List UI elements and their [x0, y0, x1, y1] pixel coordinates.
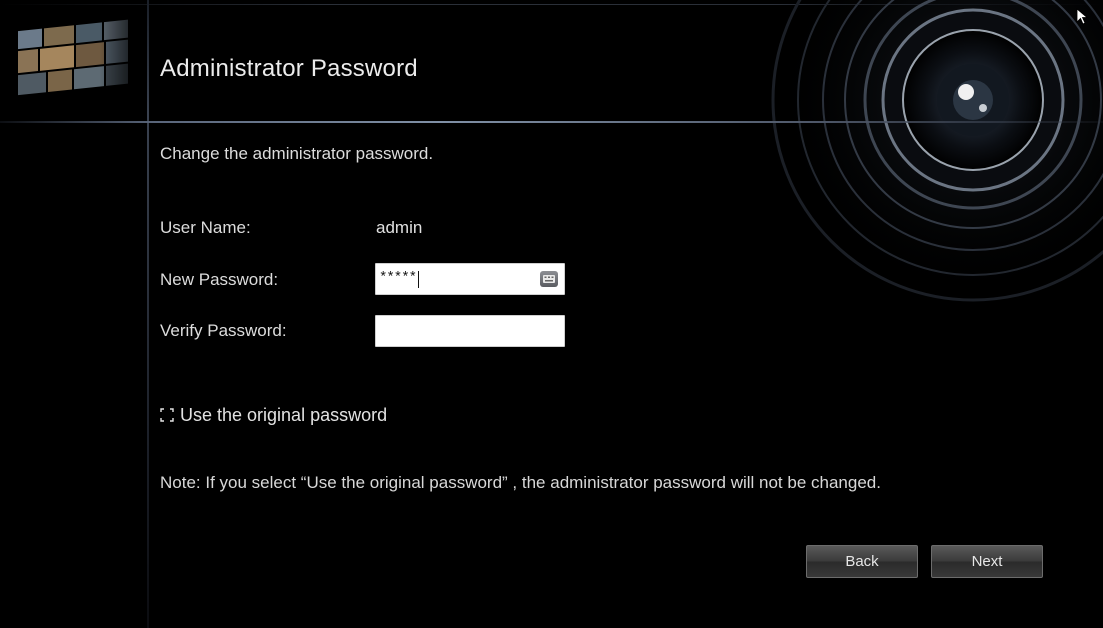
next-button[interactable]: Next: [931, 545, 1043, 578]
page-title: Administrator Password: [160, 55, 418, 82]
checkbox-unchecked-icon[interactable]: [160, 408, 174, 422]
setup-wizard-screen: Administrator Password Change the admini…: [0, 0, 1103, 628]
verify-password-field[interactable]: [375, 315, 565, 347]
text-caret: [418, 271, 419, 288]
use-original-password-option[interactable]: Use the original password: [160, 403, 387, 427]
new-password-label: New Password:: [160, 270, 279, 289]
note-text: Note: If you select “Use the original pa…: [160, 473, 881, 492]
new-password-value: *****: [379, 270, 417, 286]
camera-mosaic-logo: [10, 18, 138, 106]
new-password-field[interactable]: *****: [375, 263, 565, 295]
page-description: Change the administrator password.: [160, 144, 434, 163]
back-button[interactable]: Back: [806, 545, 918, 578]
vertical-separator: [147, 0, 149, 628]
mouse-pointer-icon: [1076, 8, 1089, 25]
keyboard-icon[interactable]: [540, 271, 558, 287]
username-label: User Name:: [160, 218, 251, 237]
username-value: admin: [376, 218, 423, 237]
top-divider: [0, 4, 1103, 5]
camera-lens-graphic: [768, 0, 1103, 305]
verify-password-label: Verify Password:: [160, 321, 287, 340]
use-original-password-label: Use the original password: [180, 404, 388, 425]
header-separator: [0, 121, 1103, 123]
